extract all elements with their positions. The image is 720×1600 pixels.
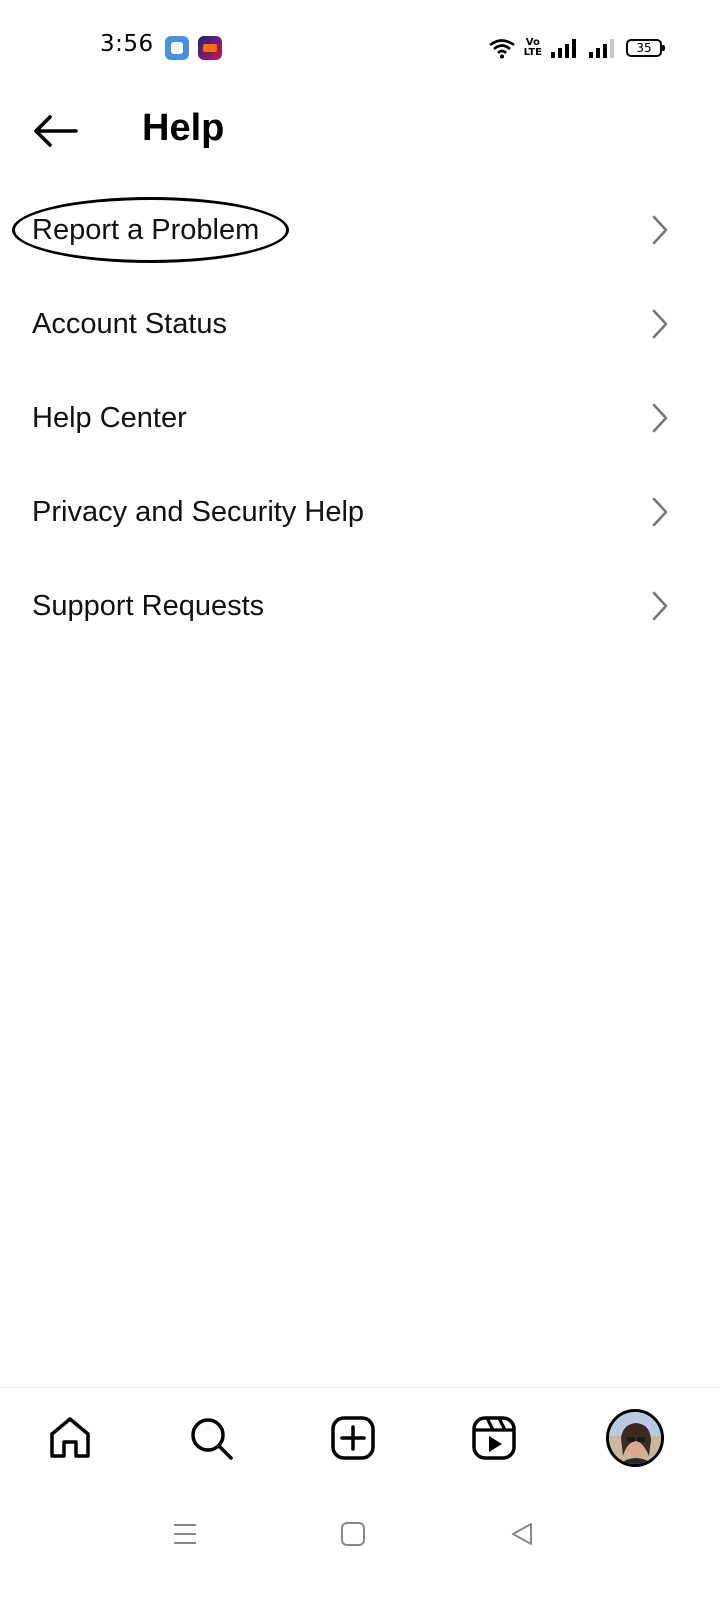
nav-create[interactable] [323,1408,383,1468]
menu-item-account-status[interactable]: Account Status [0,277,720,371]
bottom-nav [0,1387,720,1487]
page-title: Help [142,107,225,149]
menu-item-label: Support Requests [32,590,265,622]
menu-item-support-requests[interactable]: Support Requests [0,559,720,653]
menu-item-privacy-and-security-help[interactable]: Privacy and Security Help [0,465,720,559]
back-triangle-icon [512,1523,532,1545]
nav-search[interactable] [181,1408,241,1468]
system-home-button[interactable] [323,1509,383,1559]
volte-label-bottom: LTE [523,47,542,58]
menu-item-report-a-problem[interactable]: Report a Problem [0,183,720,277]
recent-apps-icon [174,1524,196,1544]
signal-strength-icon [551,39,576,58]
nav-home[interactable] [40,1408,100,1468]
status-bar: 3:56 Vo LTE 35 [0,0,720,95]
status-indicators: Vo LTE 35 [488,34,665,62]
profile-avatar [606,1409,664,1467]
recent-apps-button[interactable] [155,1509,215,1559]
home-button-icon [341,1522,365,1546]
chevron-right-icon [652,497,668,527]
nav-reels[interactable] [464,1408,524,1468]
help-menu: Report a Problem Account Status Help Cen… [0,183,720,653]
menu-item-help-center[interactable]: Help Center [0,371,720,465]
chevron-right-icon [652,309,668,339]
volte-icon: Vo LTE [524,38,542,58]
header: Help [0,95,720,165]
signal-strength-2-icon [589,39,614,58]
create-post-icon [331,1416,375,1460]
wifi-icon [488,39,515,59]
battery-icon: 35 [626,39,665,57]
arrow-left-icon [34,115,78,147]
nav-profile[interactable] [605,1408,665,1468]
chevron-right-icon [652,591,668,621]
home-icon [50,1417,90,1458]
system-back-button[interactable] [492,1509,552,1559]
back-button[interactable] [22,103,88,159]
reels-icon [472,1416,516,1460]
menu-item-label: Account Status [32,308,228,340]
search-icon [191,1418,233,1460]
menu-item-label: Help Center [32,402,187,434]
menu-item-label: Report a Problem [32,214,260,246]
lazada-app-icon [198,36,222,60]
chevron-right-icon [652,215,668,245]
notes-app-icon [165,36,189,60]
battery-level: 35 [636,41,652,55]
chevron-right-icon [652,403,668,433]
menu-item-label: Privacy and Security Help [32,496,365,528]
system-nav [0,1487,720,1600]
status-time: 3:56 [100,31,154,57]
